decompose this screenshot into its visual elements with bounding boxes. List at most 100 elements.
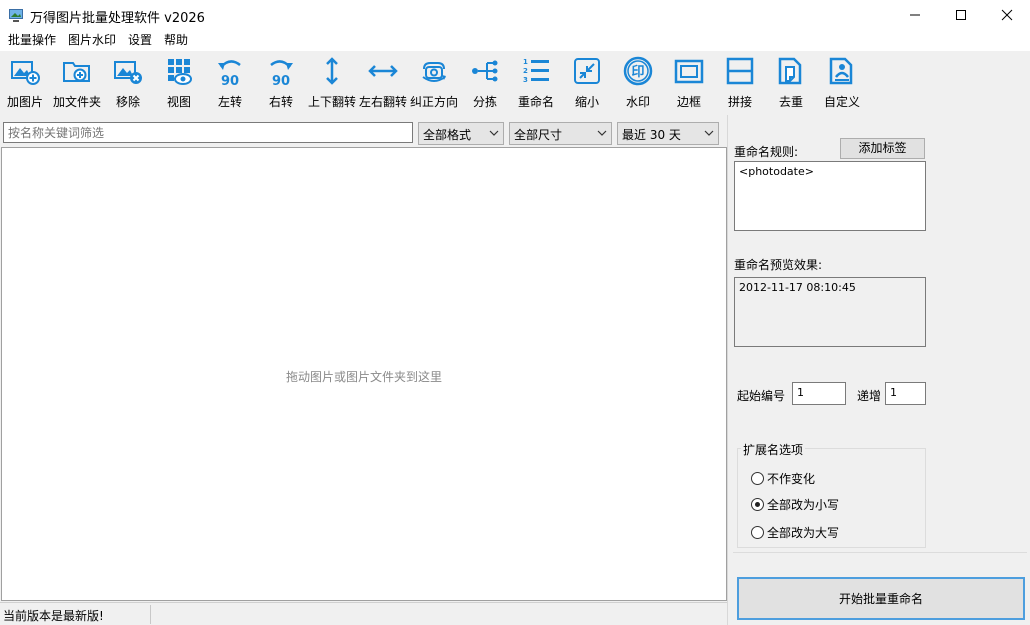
rotate-right-label: 右转 [268, 95, 293, 109]
custom-button[interactable]: 自定义 [819, 53, 865, 111]
status-message: 当前版本是最新版! [3, 609, 104, 623]
panel-separator [733, 552, 1027, 553]
shrink-icon [574, 58, 600, 84]
date-filter-select[interactable]: 最近 30 天 [617, 122, 719, 145]
rename-rule-textarea[interactable]: <photodate> [734, 161, 926, 231]
add-image-button[interactable]: 加图片 [4, 53, 46, 111]
rotate-right-button[interactable]: 90 右转 [261, 53, 301, 111]
minimize-button[interactable] [892, 0, 938, 30]
ext-option-uppercase[interactable]: 全部改为大写 [751, 524, 839, 541]
rename-rule-label: 重命名规则: [734, 145, 799, 159]
add-folder-label: 加文件夹 [52, 95, 101, 109]
radio-selected-icon [751, 498, 764, 511]
stitch-icon [726, 57, 754, 85]
stitch-button[interactable]: 拼接 [720, 53, 760, 111]
toolbar: 加图片 加文件夹 移除 视图 90 左转 90 右转 上下翻转 左右翻转 纠正方… [0, 51, 1030, 115]
close-button[interactable] [984, 0, 1030, 30]
dedupe-button[interactable]: 去重 [771, 53, 811, 111]
menu-help[interactable]: 帮助 [158, 30, 194, 51]
format-filter-select[interactable]: 全部格式 [418, 122, 504, 145]
ext-option-unchanged[interactable]: 不作变化 [751, 470, 815, 487]
rename-button[interactable]: 1 2 3 重命名 [513, 53, 559, 111]
menu-bar: 批量操作 图片水印 设置 帮助 [0, 30, 1030, 51]
view-label: 视图 [166, 95, 191, 109]
image-drop-area[interactable]: 拖动图片或图片文件夹到这里 [1, 147, 727, 601]
rename-list-icon: 1 2 3 [523, 58, 549, 84]
stitch-label: 拼接 [727, 95, 752, 109]
menu-batch-operations[interactable]: 批量操作 [2, 30, 62, 51]
border-frame-icon [674, 59, 704, 84]
add-folder-button[interactable]: 加文件夹 [50, 53, 104, 111]
flip-vertical-label: 上下翻转 [307, 95, 356, 109]
drop-hint-text: 拖动图片或图片文件夹到这里 [285, 370, 442, 384]
flip-vertical-button[interactable]: 上下翻转 [307, 53, 357, 111]
increment-input[interactable]: 1 [885, 382, 926, 405]
sort-label: 分拣 [472, 95, 497, 109]
status-bar: 当前版本是最新版! [0, 602, 728, 625]
keyword-filter-input[interactable] [3, 122, 413, 143]
app-logo-icon [9, 9, 23, 22]
app-window: 万得图片批量处理软件 v2026 批量操作 图片水印 设置 帮助 加图片 加文件… [0, 0, 1030, 625]
chevron-down-icon [704, 130, 714, 136]
watermark-label: 水印 [625, 95, 650, 109]
size-filter-value: 全部尺寸 [514, 128, 563, 142]
sort-branch-icon [472, 60, 498, 82]
size-filter-select[interactable]: 全部尺寸 [509, 122, 612, 145]
view-grid-icon [168, 59, 192, 85]
maximize-button[interactable] [938, 0, 984, 30]
increment-label: 递增 [857, 389, 882, 403]
status-separator [150, 605, 151, 624]
radio-unselected-icon [751, 472, 764, 485]
menu-settings[interactable]: 设置 [122, 30, 158, 51]
remove-image-icon [114, 61, 142, 84]
add-image-label: 加图片 [6, 95, 43, 109]
sort-button[interactable]: 分拣 [465, 53, 505, 111]
border-label: 边框 [676, 95, 701, 109]
panel-divider [727, 115, 728, 625]
rename-preview-box: 2012-11-17 08:10:45 [734, 277, 926, 347]
border-button[interactable]: 边框 [669, 53, 709, 111]
remove-button[interactable]: 移除 [108, 53, 148, 111]
flip-horizontal-button[interactable]: 左右翻转 [358, 53, 408, 111]
rotate-left-button[interactable]: 90 左转 [210, 53, 250, 111]
custom-icon [829, 57, 853, 85]
flip-horizontal-label: 左右翻转 [358, 95, 407, 109]
view-button[interactable]: 视图 [159, 53, 199, 111]
svg-text:1: 1 [523, 58, 528, 66]
shrink-button[interactable]: 缩小 [567, 53, 607, 111]
svg-text:印: 印 [631, 65, 644, 80]
start-batch-rename-button[interactable]: 开始批量重命名 [737, 577, 1025, 620]
rotate-left-90-icon: 90 [218, 60, 241, 87]
svg-text:3: 3 [523, 76, 528, 84]
add-tag-button[interactable]: 添加标签 [840, 138, 925, 159]
title-bar: 万得图片批量处理软件 v2026 [0, 0, 1030, 30]
svg-text:90: 90 [272, 74, 290, 87]
rename-label: 重命名 [517, 95, 554, 109]
remove-label: 移除 [115, 95, 140, 109]
svg-text:2: 2 [523, 67, 528, 75]
auto-orient-icon [422, 62, 446, 82]
window-title: 万得图片批量处理软件 v2026 [30, 11, 205, 26]
rotate-left-label: 左转 [217, 95, 242, 109]
start-number-input[interactable]: 1 [792, 382, 846, 405]
rename-preview-label: 重命名预览效果: [734, 258, 823, 272]
radio-unselected-icon [751, 526, 764, 539]
auto-orient-button[interactable]: 纠正方向 [409, 53, 459, 111]
add-folder-icon [63, 62, 90, 82]
custom-label: 自定义 [823, 95, 860, 109]
rotate-right-90-icon: 90 [270, 60, 293, 87]
watermark-button[interactable]: 印 水印 [618, 53, 658, 111]
flip-horizontal-icon [368, 65, 398, 77]
dedupe-icon [778, 57, 802, 85]
svg-text:90: 90 [221, 74, 239, 87]
shrink-label: 缩小 [574, 95, 599, 109]
dedupe-label: 去重 [778, 95, 803, 109]
menu-image-watermark[interactable]: 图片水印 [62, 30, 122, 51]
format-filter-value: 全部格式 [423, 128, 472, 142]
start-number-label: 起始编号 [737, 389, 786, 403]
ext-option-unchanged-label: 不作变化 [767, 472, 816, 486]
ext-option-uppercase-label: 全部改为大写 [767, 526, 840, 540]
maximize-icon [956, 10, 966, 20]
flip-vertical-icon [326, 57, 338, 85]
ext-option-lowercase[interactable]: 全部改为小写 [751, 496, 839, 513]
